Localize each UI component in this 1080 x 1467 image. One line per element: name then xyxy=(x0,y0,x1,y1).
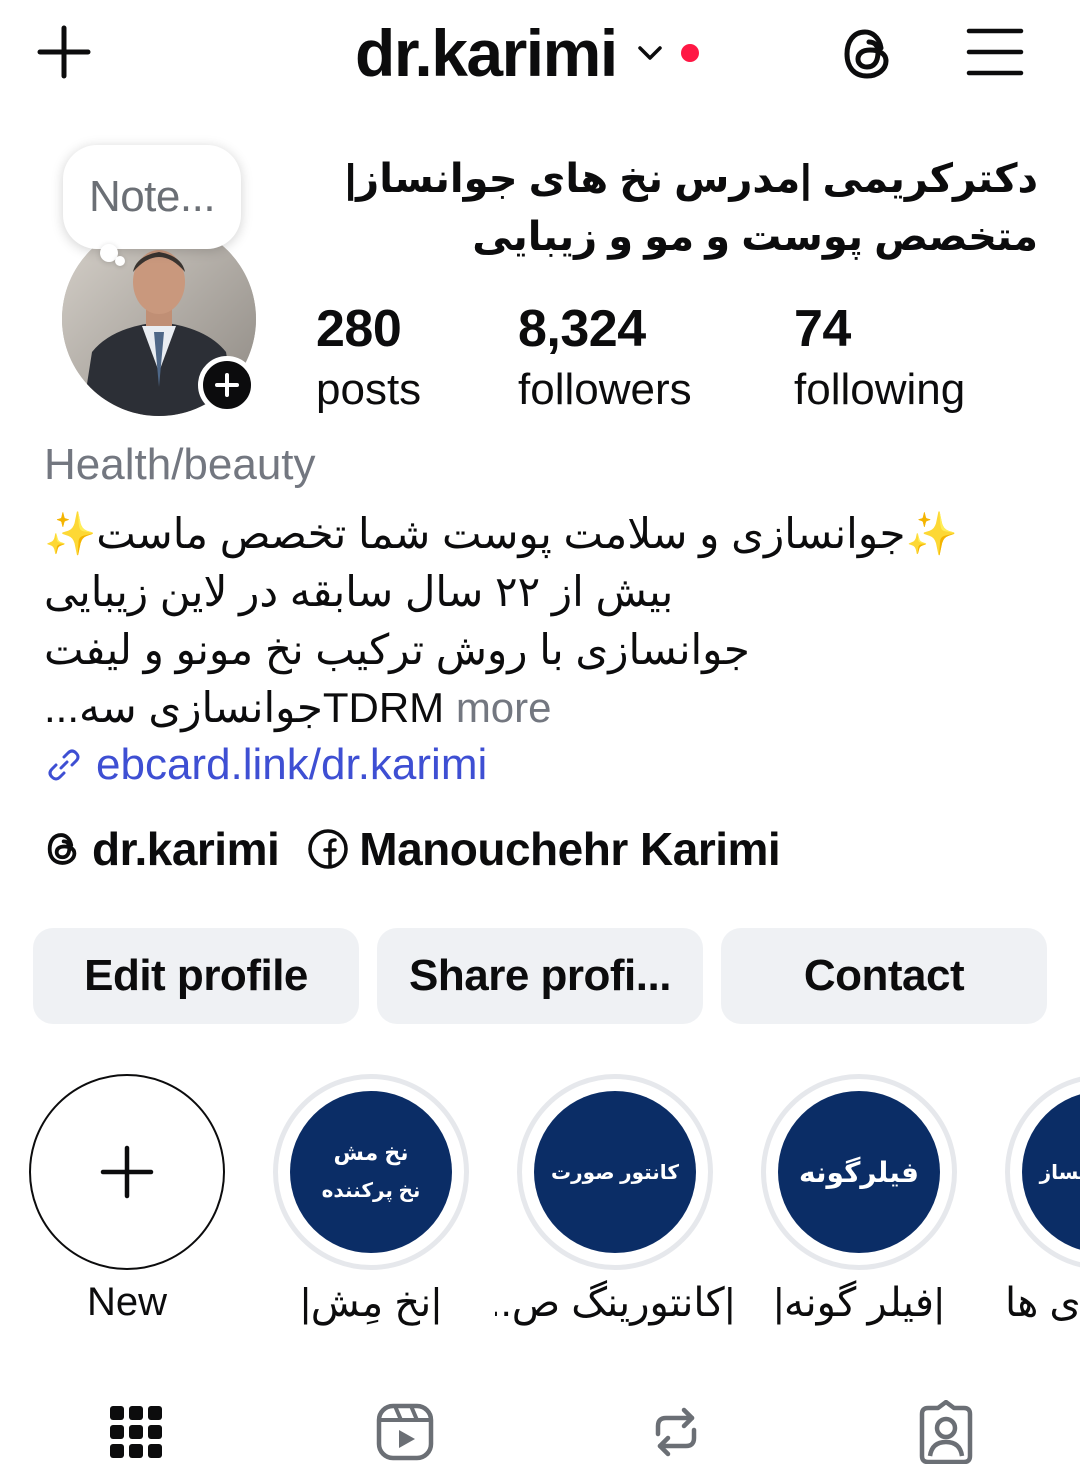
highlight-cover-text: نساز xyxy=(1039,1161,1080,1184)
profile-name-line: دکترکریمی |مدرس نخ های جوانساز| xyxy=(344,157,1038,201)
link-icon xyxy=(48,749,80,781)
stat-label: followers xyxy=(518,365,692,414)
bio-line: TDRMجوانسازی سه... xyxy=(44,684,445,731)
threads-icon[interactable] xyxy=(838,24,898,84)
highlight-cover: کانتور صورت xyxy=(534,1091,696,1253)
highlight-cover: نساز xyxy=(1022,1091,1080,1253)
stat-label: posts xyxy=(316,365,422,414)
highlight-item[interactable]: فیلرگونه |فیلر گونه| xyxy=(761,1074,957,1326)
bio-link[interactable]: ebcard.link/dr.karimi xyxy=(44,740,487,790)
highlight-cover: فیلرگونه xyxy=(778,1091,940,1253)
highlight-item[interactable]: کانتور صورت |کانتورینگ ص... xyxy=(495,1074,735,1326)
reposts-icon[interactable] xyxy=(644,1400,708,1464)
top-bar: dr.karimi xyxy=(0,0,1080,110)
threads-link[interactable]: dr.karimi xyxy=(44,822,280,876)
highlight-item[interactable]: نخ مش نخ پرکننده |نخ مِش| xyxy=(273,1074,469,1326)
category-label: Health/beauty xyxy=(44,440,316,489)
highlight-cover-text: نخ مش xyxy=(333,1140,409,1165)
highlight-new-ring xyxy=(29,1074,225,1270)
stat-label: following xyxy=(794,365,966,414)
highlight-ring: کانتور صورت xyxy=(517,1074,713,1270)
highlight-ring: نساز xyxy=(1005,1074,1080,1270)
highlight-cover-text: کانتور صورت xyxy=(551,1161,679,1184)
account-switcher[interactable]: dr.karimi xyxy=(355,8,699,98)
highlight-cover-text: فیلرگونه xyxy=(799,1156,919,1188)
social-links: dr.karimi Manouchehr Karimi xyxy=(44,822,808,876)
highlight-cover: نخ مش نخ پرکننده xyxy=(290,1091,452,1253)
notification-dot xyxy=(680,44,699,62)
menu-icon[interactable] xyxy=(966,26,1024,78)
stat-following[interactable]: 74 following xyxy=(794,296,965,418)
tagged-icon[interactable] xyxy=(914,1400,978,1464)
stat-value: 280 xyxy=(316,300,402,358)
facebook-name: Manouchehr Karimi xyxy=(359,823,781,875)
chevron-down-icon xyxy=(637,46,662,60)
note-tail xyxy=(115,256,125,266)
bio-last-row: TDRMجوانسازی سه... more xyxy=(44,679,1044,737)
share-profile-button[interactable]: Share profi... xyxy=(377,928,703,1024)
facebook-link[interactable]: Manouchehr Karimi xyxy=(307,822,781,876)
profile-name-line: متخصص پوست و مو و زیبایی xyxy=(472,215,1038,259)
more-link[interactable]: more xyxy=(456,684,552,731)
highlight-cover-text: نخ پرکننده xyxy=(321,1180,421,1202)
add-story-button[interactable] xyxy=(198,356,256,414)
highlight-item[interactable]: نساز |ی ها xyxy=(1005,1074,1080,1326)
highlight-label: |ی ها xyxy=(1005,1280,1080,1326)
note-bubble[interactable]: Note... xyxy=(63,145,241,249)
stat-followers[interactable]: 8,324 followers xyxy=(518,296,692,418)
edit-profile-button[interactable]: Edit profile xyxy=(33,928,359,1024)
highlight-ring: فیلرگونه xyxy=(761,1074,957,1270)
highlight-label: New xyxy=(86,1280,168,1324)
bio-link-text: ebcard.link/dr.karimi xyxy=(96,740,488,789)
bio-line: جوانسازی با روش ترکیب نخ مونو و لیفت xyxy=(44,626,750,673)
threads-handle: dr.karimi xyxy=(92,823,280,875)
grid-icon[interactable] xyxy=(104,1400,168,1464)
plus-icon xyxy=(100,1145,154,1199)
profile-name: دکترکریمی |مدرس نخ های جوانساز| متخصص پو… xyxy=(338,150,1038,266)
reels-icon[interactable] xyxy=(373,1400,437,1464)
highlight-label: |فیلر گونه| xyxy=(773,1281,945,1325)
bio-line: بیش از ۲۲ سال سابقه در لاین زیبایی xyxy=(44,568,674,615)
plus-icon xyxy=(215,373,239,397)
bio-line: ✨جوانسازی و سلامت پوست شما تخصص ماست✨ xyxy=(44,510,958,557)
stat-posts[interactable]: 280 posts xyxy=(316,296,421,418)
stat-value: 74 xyxy=(794,300,851,358)
threads-icon xyxy=(47,833,77,865)
note-placeholder: Note... xyxy=(88,172,216,221)
contact-button[interactable]: Contact xyxy=(721,928,1047,1024)
highlight-label: |کانتورینگ ص... xyxy=(495,1281,735,1325)
stat-value: 8,324 xyxy=(518,300,646,358)
username: dr.karimi xyxy=(355,16,618,90)
highlight-label: |نخ مِش| xyxy=(300,1281,442,1325)
highlight-ring: نخ مش نخ پرکننده xyxy=(273,1074,469,1270)
bio: ✨جوانسازی و سلامت پوست شما تخصص ماست✨ بی… xyxy=(44,505,1044,737)
facebook-icon xyxy=(308,829,349,869)
highlight-new[interactable]: New xyxy=(29,1074,225,1325)
highlight-label-text: |ی ها xyxy=(1005,1281,1080,1325)
plus-icon[interactable] xyxy=(36,24,92,80)
